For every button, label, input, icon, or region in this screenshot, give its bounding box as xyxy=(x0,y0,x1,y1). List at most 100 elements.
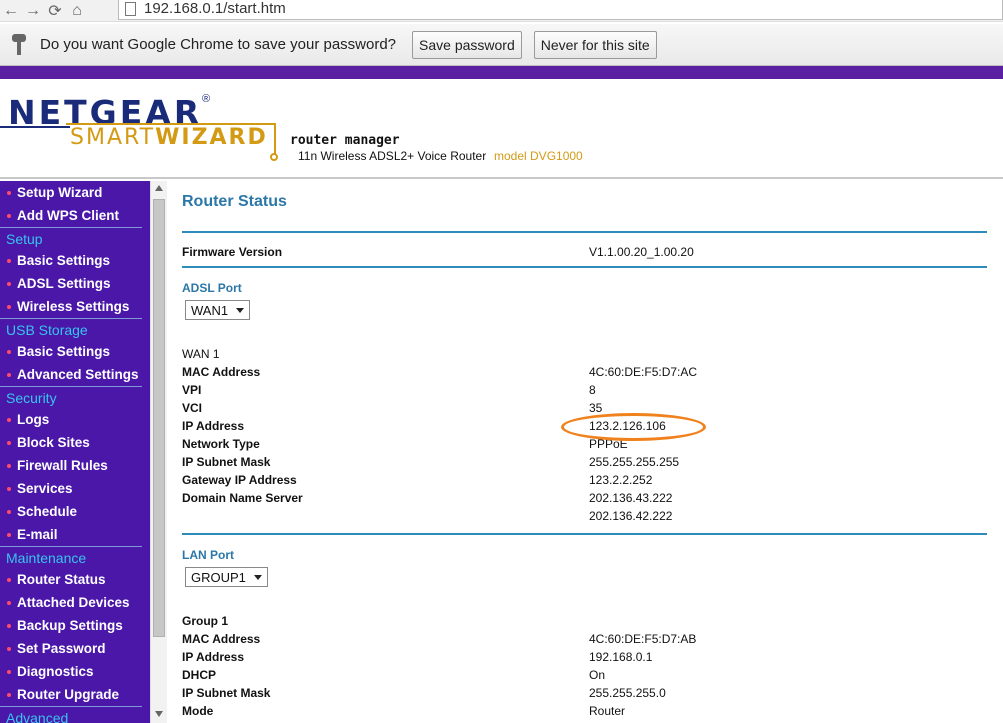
address-url: 192.168.0.1/start.htm xyxy=(144,0,286,17)
adsl-port-heading: ADSL Port xyxy=(182,281,242,295)
bullet-icon xyxy=(7,304,11,309)
sidebar-item-label: Backup Settings xyxy=(17,618,123,633)
page-title: Router Status xyxy=(182,193,287,210)
sidebar-item[interactable]: ADSL Settings xyxy=(0,272,150,295)
lan-group-select[interactable]: GROUP1 xyxy=(185,567,268,587)
sidebar-item-label: Schedule xyxy=(17,504,78,519)
bullet-icon xyxy=(7,440,11,445)
scroll-thumb[interactable] xyxy=(153,199,165,637)
lan-select-value: GROUP1 xyxy=(191,569,246,585)
sidebar-item-label: Services xyxy=(17,481,73,496)
bullet-icon xyxy=(7,577,11,582)
highlight-oval xyxy=(561,413,706,441)
netgear-header: NETGEAR ® SMARTWIZARD router manager 11n… xyxy=(0,79,1003,179)
sidebar-item[interactable]: Router Status xyxy=(0,568,150,591)
wizard-tail xyxy=(274,123,276,157)
sidebar-section-heading: USB Storage xyxy=(0,318,142,340)
sidebar-item[interactable]: Advanced Settings xyxy=(0,363,150,386)
lan-group-label: Group 1 xyxy=(182,614,229,628)
sidebar-item-label: Attached Devices xyxy=(17,595,130,610)
router-manager-text: router manager xyxy=(290,133,400,148)
sidebar-item[interactable]: Wireless Settings xyxy=(0,295,150,318)
sidebar-item-label: Add WPS Client xyxy=(17,208,119,223)
bullet-icon xyxy=(7,417,11,422)
sidebar-scrollbar[interactable] xyxy=(150,181,167,723)
sidebar-item[interactable]: Attached Devices xyxy=(0,591,150,614)
bullet-icon xyxy=(7,669,11,674)
save-password-message: Do you want Google Chrome to save your p… xyxy=(40,36,397,53)
sidebar-section-heading: Security xyxy=(0,386,142,408)
divider xyxy=(182,533,987,535)
sidebar-item-label: E-mail xyxy=(17,527,58,542)
sidebar-item-label: Router Status xyxy=(17,572,106,587)
bullet-icon xyxy=(7,532,11,537)
bullet-icon xyxy=(7,623,11,628)
status-label: IP Subnet Mask xyxy=(182,455,271,469)
status-label: Gateway IP Address xyxy=(182,473,297,487)
status-value: 202.136.42.222 xyxy=(589,509,673,523)
status-value: 255.255.255.0 xyxy=(589,686,666,700)
status-label: VCI xyxy=(182,401,203,415)
wan-select-value: WAN1 xyxy=(191,302,229,318)
save-password-button[interactable]: Save password xyxy=(412,30,522,59)
status-label: MAC Address xyxy=(182,365,261,379)
smart-text: SMART xyxy=(70,125,156,150)
sidebar-item-label: Advanced Settings xyxy=(17,367,139,382)
sidebar-item-label: Basic Settings xyxy=(17,253,111,268)
bullet-icon xyxy=(7,509,11,514)
sidebar-item[interactable]: Add WPS Client xyxy=(0,204,150,227)
bullet-icon xyxy=(7,281,11,286)
sidebar-item[interactable]: Block Sites xyxy=(0,431,150,454)
status-label: IP Subnet Mask xyxy=(182,686,271,700)
reload-icon[interactable]: ⟳ xyxy=(44,0,66,22)
bullet-icon xyxy=(7,646,11,651)
sidebar-item-label: Basic Settings xyxy=(17,344,111,359)
save-password-infobar: Do you want Google Chrome to save your p… xyxy=(0,24,1003,66)
home-icon[interactable]: ⌂ xyxy=(66,0,88,22)
sidebar-item[interactable]: Services xyxy=(0,477,150,500)
status-value: 192.168.0.1 xyxy=(589,650,653,664)
sidebar-item[interactable]: Firewall Rules xyxy=(0,454,150,477)
status-value: 8 xyxy=(589,383,596,397)
sidebar-item[interactable]: Router Upgrade xyxy=(0,683,150,706)
status-value: On xyxy=(589,668,606,682)
wan-group-label: WAN 1 xyxy=(182,347,220,361)
status-label: IP Address xyxy=(182,650,245,664)
bullet-icon xyxy=(7,372,11,377)
sidebar-item-label: Setup Wizard xyxy=(17,185,103,200)
wizard-dot xyxy=(270,153,278,161)
registered-mark: ® xyxy=(202,93,211,105)
status-value: 123.2.2.252 xyxy=(589,473,653,487)
sidebar-item[interactable]: Basic Settings xyxy=(0,249,150,272)
bullet-icon xyxy=(7,463,11,468)
wan-select[interactable]: WAN1 xyxy=(185,300,251,320)
sidebar-item[interactable]: Schedule xyxy=(0,500,150,523)
sidebar-item-label: Logs xyxy=(17,412,50,427)
bullet-icon xyxy=(7,486,11,491)
address-bar[interactable]: 192.168.0.1/start.htm xyxy=(118,0,1003,20)
sidebar-item[interactable]: Logs xyxy=(0,408,150,431)
scroll-down-icon[interactable] xyxy=(155,711,163,717)
sidebar-item-label: ADSL Settings xyxy=(17,276,111,291)
status-label: MAC Address xyxy=(182,632,261,646)
sidebar-section-heading: Maintenance xyxy=(0,546,142,568)
sidebar-item[interactable]: Basic Settings xyxy=(0,340,150,363)
status-value: 4C:60:DE:F5:D7:AB xyxy=(589,632,697,646)
top-strip xyxy=(0,66,1003,79)
sidebar-item[interactable]: Setup Wizard xyxy=(0,181,150,204)
status-label: Network Type xyxy=(182,437,260,451)
back-icon[interactable]: ← xyxy=(0,0,22,22)
bullet-icon xyxy=(7,190,11,195)
sidebar-item[interactable]: Backup Settings xyxy=(0,614,150,637)
divider xyxy=(182,231,987,233)
firmware-value: V1.1.00.20_1.00.20 xyxy=(589,245,694,259)
status-label: VPI xyxy=(182,383,202,397)
sidebar-item[interactable]: Diagnostics xyxy=(0,660,150,683)
divider xyxy=(182,266,987,268)
sidebar-item[interactable]: E-mail xyxy=(0,523,150,546)
sidebar-item[interactable]: Set Password xyxy=(0,637,150,660)
never-save-button[interactable]: Never for this site xyxy=(533,30,657,59)
scroll-up-icon[interactable] xyxy=(155,185,163,191)
bullet-icon xyxy=(7,213,11,218)
forward-icon[interactable]: → xyxy=(22,0,44,22)
